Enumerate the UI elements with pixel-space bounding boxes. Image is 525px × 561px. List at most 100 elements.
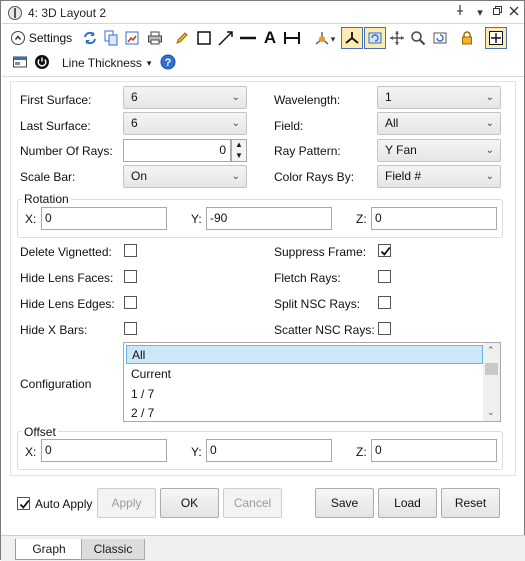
hide-lens-faces-label: Hide Lens Faces: [20, 271, 114, 285]
rotation-z-value: 0 [375, 211, 382, 225]
wavelength-select[interactable]: 1 ⌄ [377, 86, 501, 109]
copy-icon[interactable] [101, 28, 121, 48]
load-button[interactable]: Load [378, 488, 437, 518]
hide-x-bars-checkbox[interactable] [124, 322, 137, 335]
split-nsc-rays-label: Split NSC Rays: [274, 297, 361, 311]
offset-y-input[interactable]: 0 [206, 439, 332, 462]
toolbar: Settings A ▾ Line Thickness ▾ ? [2, 24, 524, 77]
print-icon[interactable] [145, 28, 165, 48]
list-item[interactable]: 1 / 7 [126, 385, 483, 404]
rotate-view-icon[interactable] [364, 27, 386, 49]
last-surface-label: Last Surface: [20, 119, 91, 133]
list-item[interactable]: All [126, 345, 483, 364]
apply-button[interactable]: Apply [97, 488, 156, 518]
arrow-icon[interactable] [216, 28, 236, 48]
rotation-x-input[interactable]: 0 [41, 207, 167, 230]
fit-window-icon[interactable] [485, 27, 507, 49]
tab-classic[interactable]: Classic [81, 539, 145, 560]
hide-lens-edges-checkbox[interactable] [124, 296, 137, 309]
list-item[interactable]: 2 / 7 [126, 404, 483, 421]
rotation-y-input[interactable]: -90 [206, 207, 332, 230]
pin-icon[interactable] [450, 4, 470, 22]
offset-y-label: Y: [191, 445, 202, 459]
auto-apply-checkbox[interactable] [17, 497, 30, 510]
reset-view-icon[interactable] [430, 28, 450, 48]
scroll-up-icon[interactable]: ⌃ [487, 345, 495, 356]
fletch-rays-label: Fletch Rays: [274, 271, 341, 285]
configuration-label: Configuration [20, 377, 92, 391]
settings-toggle-icon [10, 31, 25, 45]
title-bar[interactable]: 4: 3D Layout 2 ▾ [2, 2, 524, 24]
offset-z-label: Z: [356, 445, 367, 459]
zoom-icon[interactable] [408, 28, 428, 48]
view-tab-bar: Graph Classic [1, 535, 525, 561]
split-nsc-rays-checkbox[interactable] [378, 296, 391, 309]
scale-bar-select[interactable]: On ⌄ [123, 165, 247, 188]
last-surface-select[interactable]: 6 ⌄ [123, 112, 247, 135]
pan-icon[interactable] [387, 28, 407, 48]
scrollbar-thumb[interactable] [485, 363, 498, 375]
line-thickness-dropdown[interactable]: Line Thickness ▾ [58, 52, 152, 74]
field-select[interactable]: All ⌄ [377, 112, 501, 135]
window-layout-icon[interactable] [10, 52, 30, 72]
configuration-scrollbar[interactable]: ⌃ ⌄ [483, 343, 500, 421]
rotation-x-label: X: [25, 212, 37, 226]
settings-label: Settings [28, 31, 73, 45]
offset-x-label: X: [25, 445, 37, 459]
power-icon[interactable] [32, 52, 52, 72]
line-thickness-chevron-icon: ▾ [146, 57, 152, 68]
suppress-frame-checkbox[interactable] [378, 244, 391, 257]
number-of-rays-input[interactable]: 0 [123, 139, 231, 162]
fletch-rays-checkbox[interactable] [378, 270, 391, 283]
delete-vignetted-label: Delete Vignetted: [20, 245, 112, 259]
stepper-down-icon[interactable]: ▼ [235, 151, 243, 160]
lock-icon[interactable] [457, 28, 477, 48]
auto-apply-label[interactable]: Auto Apply [35, 497, 92, 511]
first-surface-select[interactable]: 6 ⌄ [123, 86, 247, 109]
scatter-nsc-rays-checkbox[interactable] [378, 322, 391, 335]
close-icon[interactable] [504, 4, 524, 22]
ok-button[interactable]: OK [160, 488, 219, 518]
suppress-frame-label: Suppress Frame: [274, 245, 367, 259]
list-item[interactable]: Current [126, 365, 483, 384]
offset-z-input[interactable]: 0 [371, 439, 497, 462]
offset-y-value: 0 [210, 443, 217, 457]
stepper-up-icon[interactable]: ▲ [235, 140, 243, 149]
checkmark-icon [19, 499, 30, 509]
tab-graph[interactable]: Graph [15, 539, 83, 560]
svg-text:?: ? [165, 57, 172, 69]
hide-lens-faces-checkbox[interactable] [124, 270, 137, 283]
line-thickness-label: Line Thickness [62, 56, 142, 70]
color-rays-by-select[interactable]: Field # ⌄ [377, 165, 501, 188]
reset-button[interactable]: Reset [441, 488, 500, 518]
number-of-rays-stepper[interactable]: ▲ ▼ [231, 139, 247, 162]
dimension-icon[interactable] [282, 28, 302, 48]
save-button[interactable]: Save [315, 488, 374, 518]
help-icon[interactable]: ? [158, 52, 178, 72]
scroll-down-icon[interactable]: ⌄ [487, 407, 495, 418]
refresh-icon[interactable] [80, 28, 100, 48]
chevron-down-icon: ▾ [330, 33, 336, 44]
chevron-down-icon: ⌄ [485, 118, 494, 129]
configuration-list[interactable]: All Current 1 / 7 2 / 7 ⌃ ⌄ [123, 342, 501, 422]
text-icon[interactable]: A [260, 28, 280, 48]
settings-button[interactable]: Settings [7, 27, 75, 49]
view-orientation-button[interactable]: ▾ [310, 28, 338, 50]
rotation-z-input[interactable]: 0 [371, 207, 497, 230]
first-surface-value: 6 [131, 90, 138, 104]
rotation-z-label: Z: [356, 212, 367, 226]
field-value: All [385, 116, 399, 130]
offset-x-input[interactable]: 0 [41, 439, 167, 462]
offset-z-value: 0 [375, 443, 382, 457]
export-icon[interactable] [122, 28, 142, 48]
delete-vignetted-checkbox[interactable] [124, 244, 137, 257]
hide-lens-edges-label: Hide Lens Edges: [20, 297, 115, 311]
scale-bar-label: Scale Bar: [20, 170, 76, 184]
rectangle-icon[interactable] [194, 28, 214, 48]
ray-pattern-select[interactable]: Y Fan ⌄ [377, 139, 501, 162]
number-of-rays-value: 0 [219, 143, 226, 157]
line-icon[interactable] [238, 28, 258, 48]
pencil-icon[interactable] [172, 28, 192, 48]
cancel-button[interactable]: Cancel [223, 488, 282, 518]
axis-view-icon[interactable] [341, 27, 363, 49]
